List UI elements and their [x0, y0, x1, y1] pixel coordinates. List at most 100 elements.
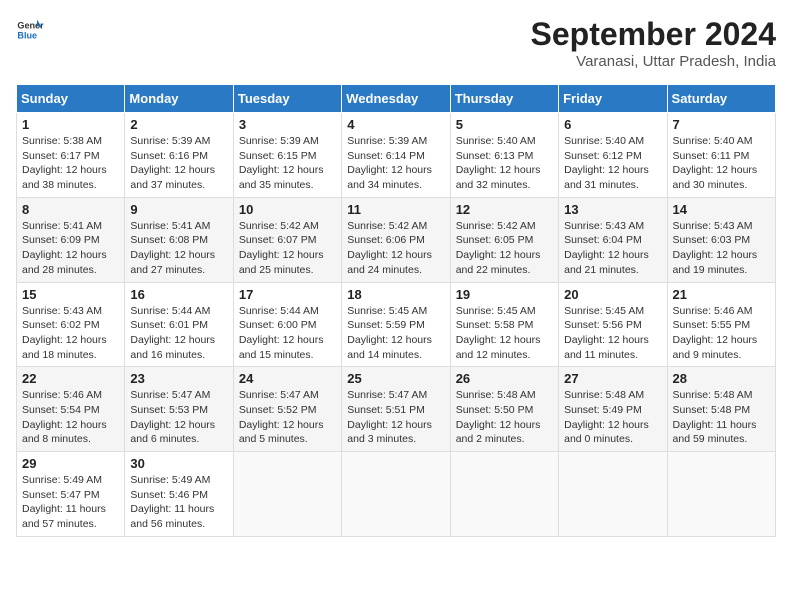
day-number: 4: [347, 117, 444, 132]
day-detail: Sunrise: 5:46 AMSunset: 5:54 PMDaylight:…: [22, 388, 119, 447]
calendar-cell: 18 Sunrise: 5:45 AMSunset: 5:59 PMDayligh…: [342, 282, 450, 367]
calendar-cell: 10 Sunrise: 5:42 AMSunset: 6:07 PMDayligh…: [233, 197, 341, 282]
calendar-table: SundayMondayTuesdayWednesdayThursdayFrid…: [16, 84, 776, 537]
column-header-friday: Friday: [559, 85, 667, 113]
logo: General Blue: [16, 16, 46, 44]
day-number: 12: [456, 202, 553, 217]
logo-icon: General Blue: [16, 16, 44, 44]
calendar-week-row: 1 Sunrise: 5:38 AMSunset: 6:17 PMDaylight…: [17, 113, 776, 198]
day-detail: Sunrise: 5:49 AMSunset: 5:47 PMDaylight:…: [22, 473, 119, 532]
calendar-cell: 4 Sunrise: 5:39 AMSunset: 6:14 PMDaylight…: [342, 113, 450, 198]
day-detail: Sunrise: 5:45 AMSunset: 5:59 PMDaylight:…: [347, 304, 444, 363]
calendar-cell: 21 Sunrise: 5:46 AMSunset: 5:55 PMDayligh…: [667, 282, 775, 367]
day-detail: Sunrise: 5:38 AMSunset: 6:17 PMDaylight:…: [22, 134, 119, 193]
calendar-cell: [233, 452, 341, 537]
calendar-week-row: 29 Sunrise: 5:49 AMSunset: 5:47 PMDayligh…: [17, 452, 776, 537]
calendar-cell: 14 Sunrise: 5:43 AMSunset: 6:03 PMDayligh…: [667, 197, 775, 282]
day-detail: Sunrise: 5:42 AMSunset: 6:07 PMDaylight:…: [239, 219, 336, 278]
title-section: September 2024 Varanasi, Uttar Pradesh, …: [531, 16, 776, 70]
day-number: 6: [564, 117, 661, 132]
calendar-cell: 25 Sunrise: 5:47 AMSunset: 5:51 PMDayligh…: [342, 367, 450, 452]
day-number: 10: [239, 202, 336, 217]
day-detail: Sunrise: 5:43 AMSunset: 6:03 PMDaylight:…: [673, 219, 770, 278]
page-title: September 2024: [531, 16, 776, 53]
calendar-cell: [667, 452, 775, 537]
day-number: 27: [564, 371, 661, 386]
calendar-week-row: 8Sunrise: 5:41 AMSunset: 6:09 PMDaylight…: [17, 197, 776, 282]
day-detail: Sunrise: 5:42 AMSunset: 6:05 PMDaylight:…: [456, 219, 553, 278]
calendar-cell: 12 Sunrise: 5:42 AMSunset: 6:05 PMDayligh…: [450, 197, 558, 282]
day-number: 5: [456, 117, 553, 132]
day-number: 2: [130, 117, 227, 132]
day-detail: Sunrise: 5:48 AMSunset: 5:50 PMDaylight:…: [456, 388, 553, 447]
calendar-cell: 22 Sunrise: 5:46 AMSunset: 5:54 PMDayligh…: [17, 367, 125, 452]
day-number: 26: [456, 371, 553, 386]
day-number: 20: [564, 287, 661, 302]
calendar-cell: 19Sunrise: 5:45 AMSunset: 5:58 PMDayligh…: [450, 282, 558, 367]
day-number: 23: [130, 371, 227, 386]
day-detail: Sunrise: 5:43 AMSunset: 6:02 PMDaylight:…: [22, 304, 119, 363]
day-detail: Sunrise: 5:39 AMSunset: 6:14 PMDaylight:…: [347, 134, 444, 193]
day-detail: Sunrise: 5:40 AMSunset: 6:12 PMDaylight:…: [564, 134, 661, 193]
calendar-cell: 6 Sunrise: 5:40 AMSunset: 6:12 PMDaylight…: [559, 113, 667, 198]
calendar-cell: 13Sunrise: 5:43 AMSunset: 6:04 PMDayligh…: [559, 197, 667, 282]
day-number: 15: [22, 287, 119, 302]
day-number: 22: [22, 371, 119, 386]
day-number: 18: [347, 287, 444, 302]
calendar-cell: 5 Sunrise: 5:40 AMSunset: 6:13 PMDaylight…: [450, 113, 558, 198]
column-header-monday: Monday: [125, 85, 233, 113]
calendar-cell: 23 Sunrise: 5:47 AMSunset: 5:53 PMDayligh…: [125, 367, 233, 452]
column-header-saturday: Saturday: [667, 85, 775, 113]
day-detail: Sunrise: 5:49 AMSunset: 5:46 PMDaylight:…: [130, 473, 227, 532]
day-detail: Sunrise: 5:46 AMSunset: 5:55 PMDaylight:…: [673, 304, 770, 363]
calendar-cell: 3 Sunrise: 5:39 AMSunset: 6:15 PMDaylight…: [233, 113, 341, 198]
calendar-cell: 1 Sunrise: 5:38 AMSunset: 6:17 PMDaylight…: [17, 113, 125, 198]
day-number: 24: [239, 371, 336, 386]
calendar-cell: 26 Sunrise: 5:48 AMSunset: 5:50 PMDayligh…: [450, 367, 558, 452]
day-number: 14: [673, 202, 770, 217]
calendar-cell: 17 Sunrise: 5:44 AMSunset: 6:00 PMDayligh…: [233, 282, 341, 367]
calendar-cell: 30 Sunrise: 5:49 AMSunset: 5:46 PMDayligh…: [125, 452, 233, 537]
calendar-cell: 29 Sunrise: 5:49 AMSunset: 5:47 PMDayligh…: [17, 452, 125, 537]
day-detail: Sunrise: 5:42 AMSunset: 6:06 PMDaylight:…: [347, 219, 444, 278]
day-number: 30: [130, 456, 227, 471]
day-detail: Sunrise: 5:39 AMSunset: 6:15 PMDaylight:…: [239, 134, 336, 193]
calendar-cell: [450, 452, 558, 537]
day-detail: Sunrise: 5:47 AMSunset: 5:51 PMDaylight:…: [347, 388, 444, 447]
calendar-week-row: 22 Sunrise: 5:46 AMSunset: 5:54 PMDayligh…: [17, 367, 776, 452]
day-detail: Sunrise: 5:44 AMSunset: 6:00 PMDaylight:…: [239, 304, 336, 363]
day-detail: Sunrise: 5:44 AMSunset: 6:01 PMDaylight:…: [130, 304, 227, 363]
day-detail: Sunrise: 5:47 AMSunset: 5:52 PMDaylight:…: [239, 388, 336, 447]
day-number: 29: [22, 456, 119, 471]
day-number: 7: [673, 117, 770, 132]
calendar-cell: 27 Sunrise: 5:48 AMSunset: 5:49 PMDayligh…: [559, 367, 667, 452]
day-number: 17: [239, 287, 336, 302]
day-number: 1: [22, 117, 119, 132]
day-number: 25: [347, 371, 444, 386]
calendar-cell: 11 Sunrise: 5:42 AMSunset: 6:06 PMDayligh…: [342, 197, 450, 282]
calendar-cell: [559, 452, 667, 537]
calendar-week-row: 15 Sunrise: 5:43 AMSunset: 6:02 PMDayligh…: [17, 282, 776, 367]
day-detail: Sunrise: 5:40 AMSunset: 6:13 PMDaylight:…: [456, 134, 553, 193]
day-detail: Sunrise: 5:43 AMSunset: 6:04 PMDaylight:…: [564, 219, 661, 278]
day-detail: Sunrise: 5:40 AMSunset: 6:11 PMDaylight:…: [673, 134, 770, 193]
svg-text:Blue: Blue: [17, 30, 37, 40]
day-detail: Sunrise: 5:47 AMSunset: 5:53 PMDaylight:…: [130, 388, 227, 447]
calendar-cell: 20 Sunrise: 5:45 AMSunset: 5:56 PMDayligh…: [559, 282, 667, 367]
day-detail: Sunrise: 5:41 AMSunset: 6:08 PMDaylight:…: [130, 219, 227, 278]
day-number: 11: [347, 202, 444, 217]
calendar-cell: 16 Sunrise: 5:44 AMSunset: 6:01 PMDayligh…: [125, 282, 233, 367]
day-number: 19: [456, 287, 553, 302]
calendar-cell: 8Sunrise: 5:41 AMSunset: 6:09 PMDaylight…: [17, 197, 125, 282]
day-number: 21: [673, 287, 770, 302]
day-number: 28: [673, 371, 770, 386]
column-header-wednesday: Wednesday: [342, 85, 450, 113]
column-header-thursday: Thursday: [450, 85, 558, 113]
day-detail: Sunrise: 5:48 AMSunset: 5:48 PMDaylight:…: [673, 388, 770, 447]
day-detail: Sunrise: 5:45 AMSunset: 5:56 PMDaylight:…: [564, 304, 661, 363]
calendar-cell: [342, 452, 450, 537]
calendar-cell: 28 Sunrise: 5:48 AMSunset: 5:48 PMDayligh…: [667, 367, 775, 452]
day-number: 3: [239, 117, 336, 132]
day-detail: Sunrise: 5:48 AMSunset: 5:49 PMDaylight:…: [564, 388, 661, 447]
day-number: 16: [130, 287, 227, 302]
